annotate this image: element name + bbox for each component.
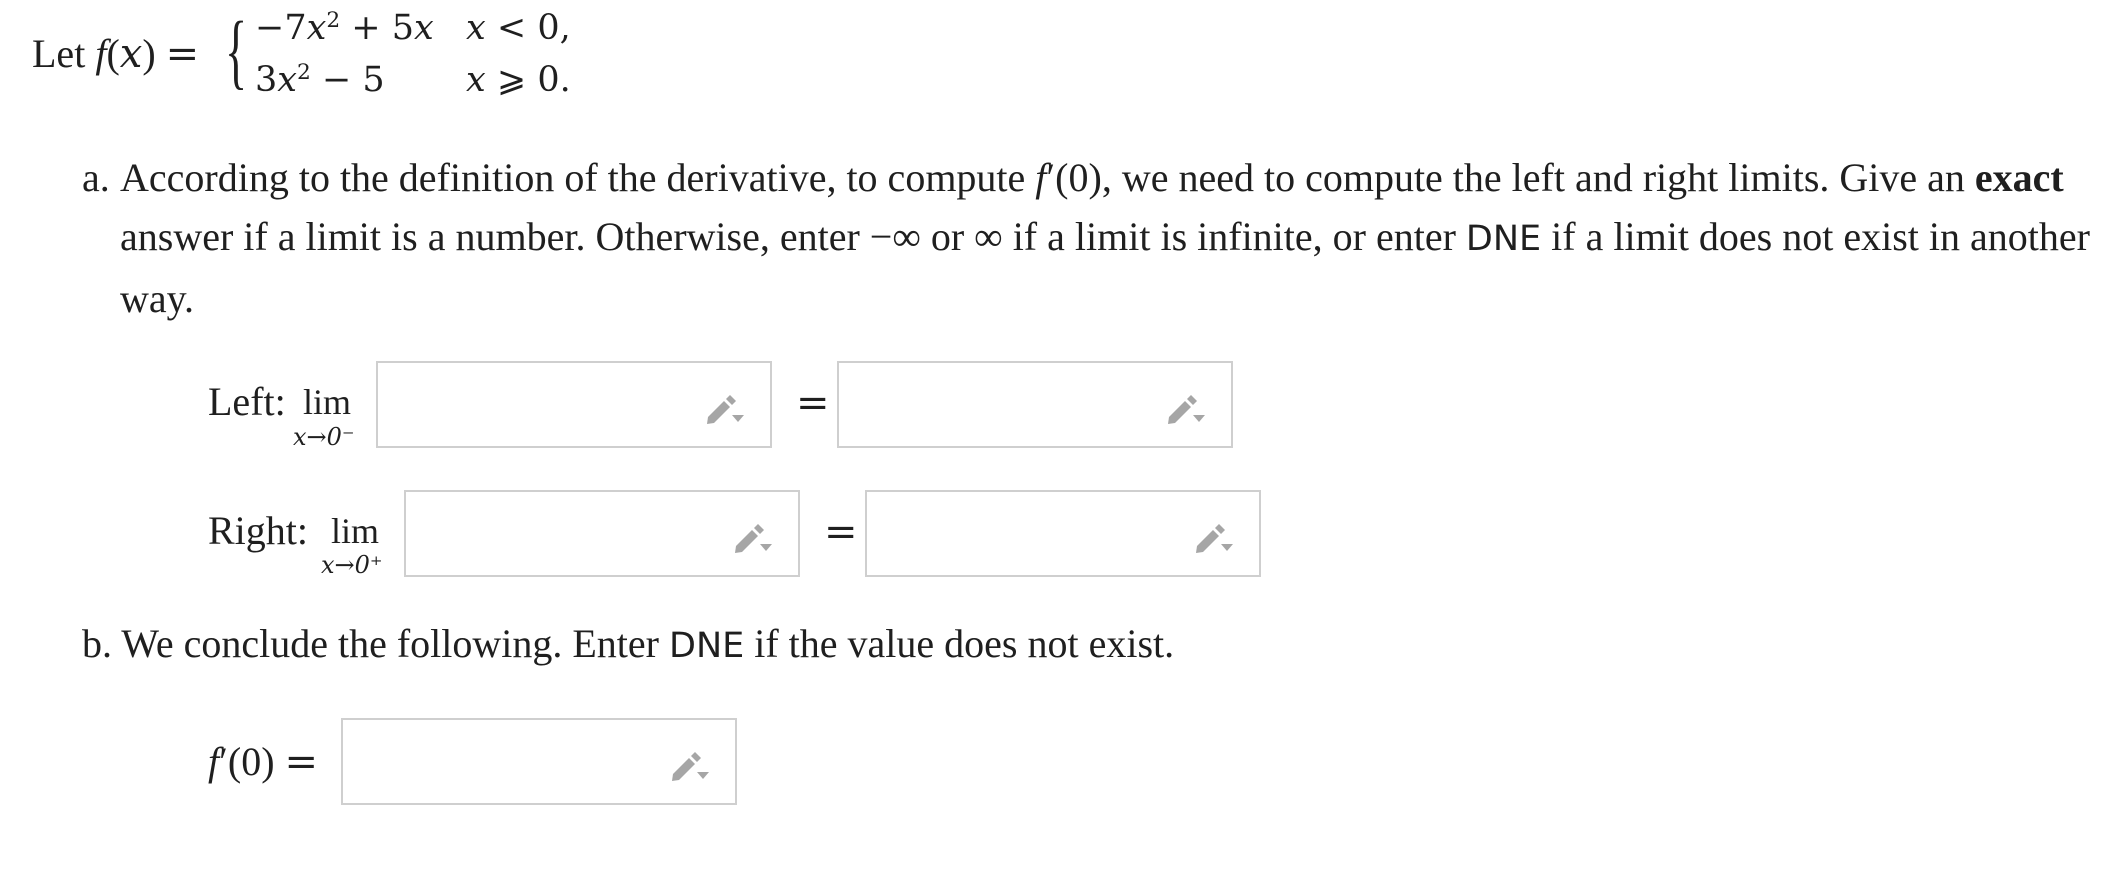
part-b-dne: DNE bbox=[669, 626, 745, 666]
part-a-marker: a. bbox=[82, 155, 110, 200]
let-text: Let bbox=[32, 31, 86, 76]
fprime-equals: = bbox=[284, 739, 319, 785]
case-2-term: − 5 bbox=[310, 60, 385, 100]
case-1-term: + 5 bbox=[340, 8, 415, 48]
fprime-answer-box bbox=[341, 718, 737, 805]
right-lim: lim bbox=[331, 511, 380, 551]
fprime-f: f bbox=[208, 739, 220, 784]
part-a-fprime: f bbox=[1035, 155, 1047, 200]
case-2-cond-text: ⩾ 0. bbox=[485, 60, 571, 100]
pencil-dropdown-icon[interactable] bbox=[1193, 520, 1237, 554]
function-name: f bbox=[95, 31, 107, 76]
part-b-text-1: We conclude the following. Enter bbox=[121, 621, 669, 666]
right-limit-result-box bbox=[865, 490, 1261, 577]
part-a-instructions: a. According to the definition of the de… bbox=[82, 148, 2092, 328]
case-1-coef: −7 bbox=[255, 8, 307, 48]
case-1-cond-text: < 0, bbox=[485, 8, 571, 48]
piecewise-brace: { bbox=[225, 5, 248, 98]
case-2-condition: x ⩾ 0. bbox=[466, 60, 571, 100]
fprime-arg: ′(0) bbox=[219, 739, 275, 784]
left-lim: lim bbox=[303, 382, 352, 422]
right-label: Right: bbox=[208, 508, 309, 553]
part-a-text-3: answer if a limit is a number. Otherwise… bbox=[120, 214, 1466, 259]
part-a-dne: DNE bbox=[1465, 219, 1542, 259]
left-equals: = bbox=[796, 380, 830, 426]
part-a-fprime-arg: ′(0) bbox=[1046, 155, 1102, 200]
case-1-expression: −7x2 + 5x bbox=[255, 8, 434, 48]
right-lim-subscript: x→0⁺ bbox=[321, 551, 383, 579]
part-b-marker: b. bbox=[82, 621, 112, 666]
case-2-coef: 3 bbox=[255, 60, 278, 100]
right-limit-expression-box bbox=[404, 490, 800, 577]
part-b-text-2: if the value does not exist. bbox=[744, 621, 1175, 666]
pencil-dropdown-icon[interactable] bbox=[669, 748, 713, 782]
case-1-cond-var: x bbox=[466, 8, 486, 48]
case-1-var: x bbox=[306, 8, 327, 48]
right-equals: = bbox=[824, 509, 858, 555]
part-a-bold-exact: exact bbox=[1974, 155, 2064, 200]
case-2-cond-var: x bbox=[466, 60, 486, 100]
pencil-dropdown-icon[interactable] bbox=[1165, 391, 1209, 425]
part-a-paragraph: According to the definition of the deriv… bbox=[120, 148, 2092, 328]
case-2-expression: 3x2 − 5 bbox=[255, 60, 385, 100]
pencil-dropdown-icon[interactable] bbox=[704, 391, 748, 425]
function-arg: x bbox=[119, 31, 143, 77]
fprime-label: f′(0) = bbox=[208, 738, 318, 785]
case-1-exp: 2 bbox=[326, 8, 341, 34]
left-limit-expression-box bbox=[376, 361, 772, 448]
part-a-text-2: , we need to compute the left and right … bbox=[1101, 155, 1975, 200]
case-2-var: x bbox=[277, 60, 298, 100]
part-a-text-1: According to the definition of the deriv… bbox=[120, 155, 1036, 200]
left-limit-result-box bbox=[837, 361, 1233, 448]
case-1-var-b: x bbox=[414, 8, 434, 48]
function-definition-label: Let f(x) = bbox=[32, 31, 200, 77]
left-lim-subscript: x→0⁻ bbox=[293, 423, 355, 451]
part-b-instructions: b. We conclude the following. Enter DNE … bbox=[82, 620, 1174, 667]
case-2-exp: 2 bbox=[297, 60, 311, 86]
equals-sign: = bbox=[165, 31, 200, 77]
left-label: Left: bbox=[208, 379, 286, 424]
case-1-condition: x < 0, bbox=[466, 8, 571, 48]
pencil-dropdown-icon[interactable] bbox=[732, 520, 776, 554]
